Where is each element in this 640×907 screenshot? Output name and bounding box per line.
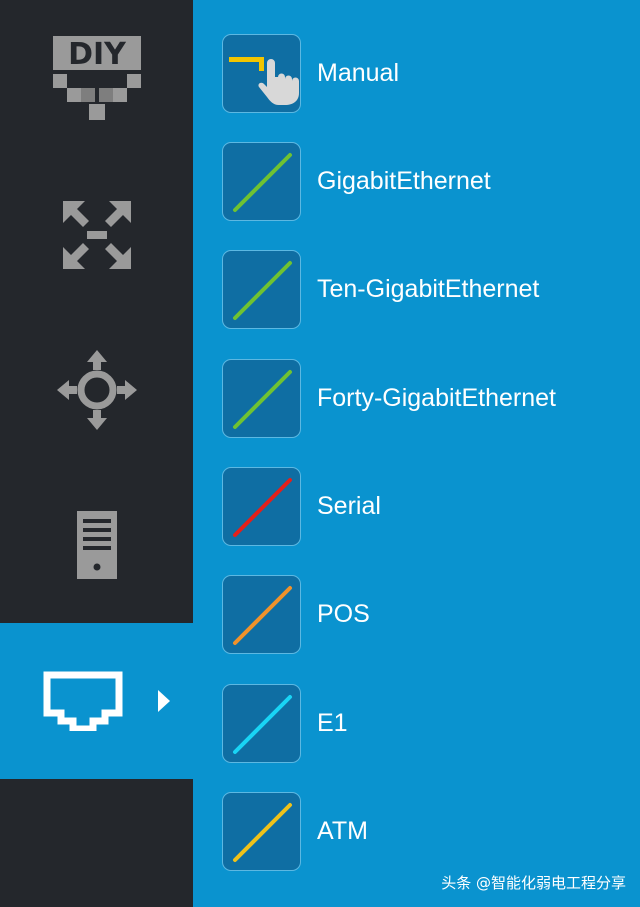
server-icon — [76, 511, 117, 579]
cable-item-pos[interactable]: POS — [222, 573, 370, 655]
cable-line-icon — [233, 694, 292, 754]
cable-label: GigabitEthernet — [317, 166, 491, 195]
ethernet-port-icon — [43, 671, 122, 731]
cable-label: Manual — [317, 58, 399, 87]
caret-right-icon — [158, 690, 170, 712]
cable-line-icon — [233, 802, 292, 862]
sidebar-item-diy[interactable]: DIY — [0, 20, 193, 140]
diy-icon: DIY — [52, 36, 141, 120]
cable-icon-box — [222, 249, 301, 329]
cable-icon-box — [222, 466, 301, 546]
cable-item-manual[interactable]: Manual — [222, 32, 399, 114]
cable-label: ATM — [317, 816, 368, 845]
cable-item-atm[interactable]: ATM — [222, 790, 368, 872]
switch-icon — [62, 201, 131, 269]
cable-item-serial[interactable]: Serial — [222, 465, 381, 547]
cable-line-icon — [233, 477, 292, 537]
sidebar-item-connections[interactable] — [0, 623, 193, 779]
sidebar-item-server[interactable] — [0, 475, 193, 615]
cable-item-e1[interactable]: E1 — [222, 682, 348, 764]
cable-icon-box — [222, 683, 301, 763]
cable-label: E1 — [317, 708, 348, 737]
cable-item-forty-gigabitethernet[interactable]: Forty-GigabitEthernet — [222, 357, 556, 439]
router-icon — [56, 350, 137, 430]
diy-text: DIY — [68, 37, 127, 72]
cable-line-icon — [233, 585, 292, 645]
watermark: 头条 @智能化弱电工程分享 — [441, 874, 626, 892]
cable-icon-box — [222, 33, 301, 113]
sidebar-item-router[interactable] — [0, 320, 193, 460]
cable-label: Ten-GigabitEthernet — [317, 274, 540, 303]
cable-label: Forty-GigabitEthernet — [317, 383, 556, 412]
cable-item-ten-gigabitethernet[interactable]: Ten-GigabitEthernet — [222, 248, 539, 330]
cable-icon-box — [222, 141, 301, 221]
cable-line-icon — [233, 369, 292, 429]
cable-line-icon — [233, 260, 292, 320]
sidebar: DIY — [0, 0, 193, 907]
cable-icon-box — [222, 791, 301, 871]
cable-icon-box — [222, 574, 301, 654]
sidebar-item-switch[interactable] — [0, 165, 193, 305]
cable-label: POS — [317, 599, 370, 628]
cable-icon-box — [222, 358, 301, 438]
hand-pointer-icon — [229, 56, 299, 105]
cable-line-icon — [233, 152, 292, 212]
cable-label: Serial — [317, 491, 381, 520]
cable-item-gigabitethernet[interactable]: GigabitEthernet — [222, 140, 491, 222]
